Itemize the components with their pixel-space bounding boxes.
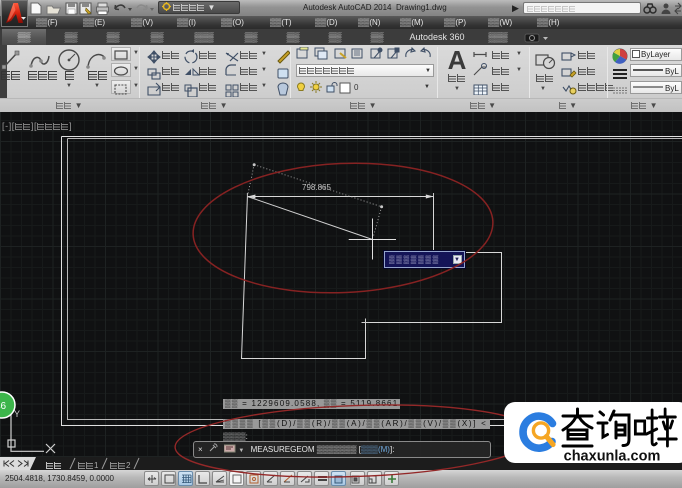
svg-text:chaxunla.com: chaxunla.com xyxy=(564,449,661,464)
